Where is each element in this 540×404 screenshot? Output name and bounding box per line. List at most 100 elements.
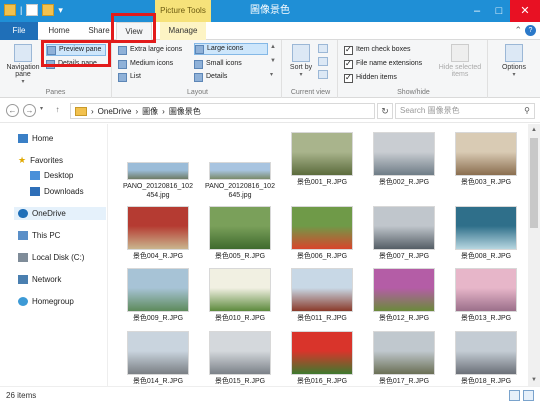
refresh-icon[interactable]: ↻ (377, 103, 393, 119)
close-button[interactable]: ✕ (510, 0, 540, 22)
image-thumbnail[interactable] (455, 268, 517, 312)
medium-icons-button[interactable]: Medium icons (118, 58, 173, 70)
file-item[interactable]: 景色015_R.JPG (200, 331, 280, 386)
image-thumbnail[interactable] (455, 206, 517, 250)
image-thumbnail[interactable] (127, 162, 189, 180)
up-button[interactable]: ↑ (51, 104, 64, 117)
breadcrumb-scenery[interactable]: 圖像景色 (169, 106, 201, 117)
hide-selected-items-button[interactable]: Hide selected items (434, 44, 486, 78)
image-thumbnail[interactable] (455, 331, 517, 375)
file-item[interactable]: 景色012_R.JPG (364, 268, 444, 323)
item-check-boxes-checkbox[interactable] (344, 44, 353, 56)
file-item[interactable]: 景色007_R.JPG (364, 206, 444, 261)
file-name-extensions-toggle[interactable]: File name extensions (344, 58, 422, 70)
recent-locations-icon[interactable]: ▾ (40, 105, 43, 112)
image-thumbnail[interactable] (373, 268, 435, 312)
back-button[interactable]: ← (6, 104, 19, 117)
search-input[interactable]: Search 圖像景色 ⚲ (395, 103, 535, 119)
breadcrumb[interactable]: › OneDrive › 圖像 › 圖像景色 (70, 103, 375, 119)
image-thumbnail[interactable] (209, 206, 271, 250)
layout-more-icon[interactable]: ▾ (270, 71, 273, 78)
options-button[interactable]: Options ▾ (496, 44, 532, 78)
details-button[interactable]: Details (194, 71, 227, 83)
navigation-pane-button[interactable]: Navigation pane ▾ (3, 44, 43, 85)
image-thumbnail[interactable] (373, 132, 435, 176)
layout-scroll-down-icon[interactable]: ▼ (270, 58, 276, 64)
file-item[interactable]: 景色008_R.JPG (446, 206, 526, 261)
file-item[interactable]: 景色009_R.JPG (118, 268, 198, 323)
add-columns-icon[interactable] (318, 57, 328, 66)
image-thumbnail[interactable] (209, 162, 271, 180)
tab-view[interactable]: View (116, 22, 152, 41)
layout-scroll-up-icon[interactable]: ▲ (270, 44, 276, 50)
details-pane-button[interactable]: Details pane (46, 58, 97, 70)
file-item[interactable]: 景色017_R.JPG (364, 331, 444, 386)
image-thumbnail[interactable] (209, 331, 271, 375)
image-thumbnail[interactable] (127, 331, 189, 375)
file-item[interactable]: 景色004_R.JPG (118, 206, 198, 261)
nav-item-favorites[interactable]: ★ Favorites (18, 155, 63, 166)
minimize-button[interactable]: – (466, 0, 488, 22)
nav-item-homegroup[interactable]: Homegroup (18, 297, 74, 306)
size-columns-icon[interactable] (318, 70, 328, 79)
group-by-icon[interactable] (318, 44, 328, 53)
image-thumbnail[interactable] (291, 206, 353, 250)
help-icon[interactable]: ? (525, 25, 536, 36)
list-button[interactable]: List (118, 71, 141, 83)
file-item[interactable]: PANO_20120816_102645.jpg (200, 162, 280, 200)
collapse-ribbon-icon[interactable]: ⌃ (514, 25, 522, 36)
file-item[interactable]: 景色014_R.JPG (118, 331, 198, 386)
tab-home[interactable]: Home (44, 22, 74, 40)
vertical-scrollbar[interactable]: ▲ ▼ (528, 124, 540, 386)
extra-large-icons-button[interactable]: Extra large icons (118, 44, 182, 56)
image-thumbnail[interactable] (455, 132, 517, 176)
large-icons-button[interactable]: Large icons (194, 43, 268, 55)
file-item[interactable]: 景色018_R.JPG (446, 331, 526, 386)
nav-item-home[interactable]: Home (18, 134, 53, 143)
file-item[interactable]: 景色016_R.JPG (282, 331, 362, 386)
file-item[interactable]: 景色010_R.JPG (200, 268, 280, 323)
breadcrumb-onedrive[interactable]: OneDrive (98, 107, 132, 116)
sort-by-button[interactable]: Sort by ▾ (288, 44, 314, 78)
nav-item-local-disk[interactable]: Local Disk (C:) (18, 253, 84, 262)
item-check-boxes-toggle[interactable]: Item check boxes (344, 44, 410, 56)
nav-item-downloads[interactable]: Downloads (30, 187, 84, 196)
file-item[interactable]: PANO_20120816_102454.jpg (118, 162, 198, 200)
forward-button[interactable]: → (23, 104, 36, 117)
image-thumbnail[interactable] (373, 206, 435, 250)
breadcrumb-images[interactable]: 圖像 (142, 106, 158, 117)
image-thumbnail[interactable] (291, 268, 353, 312)
tab-manage[interactable]: Manage (160, 22, 206, 40)
nav-item-desktop[interactable]: Desktop (30, 171, 73, 180)
tab-file[interactable]: File (0, 22, 38, 40)
file-item[interactable]: 景色001_R.JPG (282, 132, 362, 187)
image-thumbnail[interactable] (373, 331, 435, 375)
image-thumbnail[interactable] (291, 331, 353, 375)
file-item[interactable]: 景色003_R.JPG (446, 132, 526, 187)
hidden-items-checkbox[interactable] (344, 72, 353, 84)
large-icons-view-icon[interactable] (523, 390, 534, 401)
details-view-icon[interactable] (509, 390, 520, 401)
file-item[interactable]: 景色011_R.JPG (282, 268, 362, 323)
hidden-items-toggle[interactable]: Hidden items (344, 72, 397, 84)
file-item[interactable]: 景色006_R.JPG (282, 206, 362, 261)
scroll-up-icon[interactable]: ▲ (528, 124, 540, 136)
nav-item-network[interactable]: Network (18, 275, 61, 284)
nav-item-onedrive[interactable]: OneDrive (14, 207, 106, 220)
scrollbar-thumb[interactable] (530, 138, 538, 228)
tab-share[interactable]: Share (84, 22, 114, 40)
image-thumbnail[interactable] (127, 206, 189, 250)
file-item[interactable]: 景色002_R.JPG (364, 132, 444, 187)
nav-item-this-pc[interactable]: This PC (18, 231, 60, 240)
file-name-extensions-checkbox[interactable] (344, 58, 353, 70)
preview-pane-button[interactable]: Preview pane (46, 44, 107, 56)
file-item[interactable]: 景色013_R.JPG (446, 268, 526, 323)
small-icons-button[interactable]: Small icons (194, 58, 242, 70)
image-thumbnail[interactable] (127, 268, 189, 312)
file-item[interactable]: 景色005_R.JPG (200, 206, 280, 261)
scroll-down-icon[interactable]: ▼ (528, 374, 540, 386)
maximize-button[interactable]: □ (488, 0, 510, 22)
search-icon[interactable]: ⚲ (524, 104, 530, 118)
image-thumbnail[interactable] (291, 132, 353, 176)
image-thumbnail[interactable] (209, 268, 271, 312)
